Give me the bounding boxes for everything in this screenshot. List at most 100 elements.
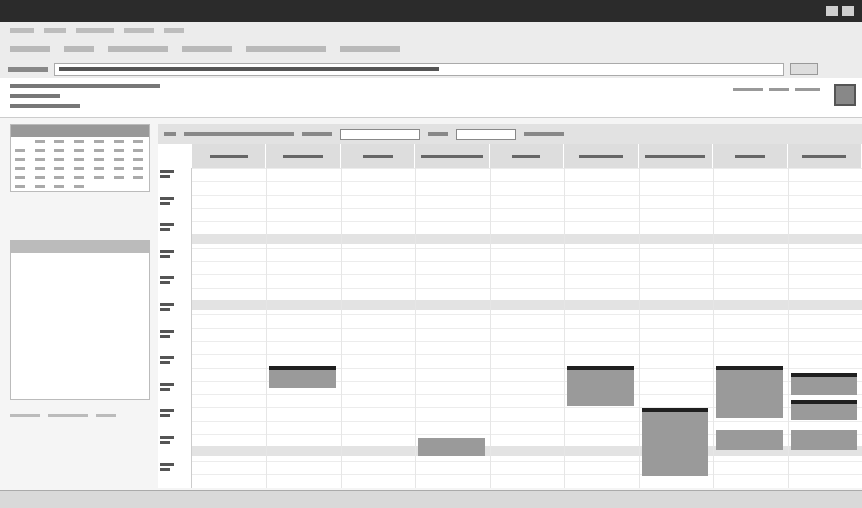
column-header [490, 144, 565, 168]
time-slot-row[interactable] [192, 181, 862, 183]
mini-calendar [10, 124, 150, 192]
app-logo [10, 84, 170, 114]
menu-item[interactable] [44, 27, 66, 33]
column-header [415, 144, 490, 168]
time-column [158, 168, 192, 488]
time-slot-row[interactable] [192, 473, 862, 475]
column-header [341, 144, 416, 168]
close-button[interactable] [842, 6, 854, 16]
column-header [788, 144, 862, 168]
time-slot-row[interactable] [192, 194, 862, 196]
browser-toolbar [0, 38, 862, 60]
column-divider [787, 168, 789, 488]
time-label [160, 303, 190, 313]
go-button[interactable] [790, 63, 818, 75]
home-button[interactable] [182, 46, 232, 52]
column-header [266, 144, 341, 168]
favorites-button[interactable] [340, 46, 400, 52]
column-header-label [421, 154, 484, 158]
time-slot-row[interactable] [192, 247, 862, 249]
reload-button[interactable] [108, 46, 168, 52]
sidebar-panel [10, 240, 150, 400]
time-label [160, 382, 190, 393]
address-label [8, 66, 48, 72]
column-header-label [802, 154, 847, 158]
search-button[interactable] [246, 46, 326, 52]
appointment-block[interactable] [716, 366, 783, 418]
view-select[interactable] [340, 128, 420, 140]
time-label [160, 170, 190, 180]
time-label [160, 462, 190, 473]
sidebar [10, 124, 150, 484]
appointment-block[interactable] [790, 430, 857, 450]
column-header-label [734, 154, 765, 158]
column-headers [192, 144, 862, 168]
calendar-main [158, 124, 862, 488]
prev-button[interactable] [164, 132, 176, 136]
appointment-block[interactable] [716, 430, 783, 450]
column-divider [415, 168, 417, 488]
menu-bar [0, 22, 862, 38]
header-links [733, 88, 820, 91]
column-header-label [645, 154, 706, 158]
menu-item[interactable] [124, 27, 154, 33]
calendar-grid[interactable] [192, 168, 862, 488]
column-header-label [512, 154, 541, 158]
forward-button[interactable] [64, 46, 94, 52]
nav-controls[interactable] [428, 132, 448, 136]
address-input[interactable] [54, 62, 784, 76]
column-divider [564, 168, 566, 488]
time-label [160, 436, 190, 446]
time-label [160, 409, 190, 419]
column-header [713, 144, 788, 168]
appointment-block[interactable] [790, 400, 857, 420]
time-slot-row[interactable] [192, 314, 862, 316]
back-button[interactable] [10, 46, 50, 52]
appointment-block[interactable] [790, 373, 857, 395]
time-slot-row[interactable] [192, 354, 862, 356]
menu-item[interactable] [76, 27, 114, 33]
mini-calendar-header [11, 125, 149, 137]
time-label [160, 356, 190, 366]
column-divider [489, 168, 491, 488]
minimize-button[interactable] [826, 6, 838, 16]
nav-controls[interactable] [524, 132, 564, 136]
resource-select[interactable] [456, 128, 516, 140]
break-band [192, 234, 862, 244]
appointment-block[interactable] [418, 438, 485, 456]
time-label [160, 223, 190, 233]
time-slot-row[interactable] [192, 420, 862, 422]
time-label [160, 196, 190, 207]
column-header [192, 144, 267, 168]
column-divider [713, 168, 715, 488]
time-slot-row[interactable] [192, 340, 862, 342]
time-slot-row[interactable] [192, 261, 862, 263]
mini-calendar-grid [11, 137, 149, 191]
menu-item[interactable] [164, 27, 184, 33]
date-range [184, 132, 294, 136]
user-icon[interactable] [834, 84, 856, 106]
column-header [564, 144, 639, 168]
address-value [59, 67, 439, 71]
appointment-block[interactable] [269, 366, 336, 388]
column-header-label [283, 154, 324, 158]
appointment-block[interactable] [567, 366, 634, 406]
time-slot-row[interactable] [192, 327, 862, 329]
window-controls [826, 6, 854, 16]
status-bar [0, 490, 862, 508]
time-slot-row[interactable] [192, 460, 862, 462]
time-slot-row[interactable] [192, 287, 862, 289]
column-header-label [362, 154, 393, 158]
appointment-block[interactable] [641, 408, 709, 476]
time-slot-row[interactable] [192, 168, 862, 169]
sidebar-footer [10, 414, 150, 424]
column-header-label [209, 154, 248, 158]
address-row [0, 60, 862, 78]
time-slot-row[interactable] [192, 221, 862, 223]
nav-controls[interactable] [302, 132, 332, 136]
break-band [192, 300, 862, 310]
time-slot-row[interactable] [192, 207, 862, 209]
app-header [0, 78, 862, 118]
time-slot-row[interactable] [192, 274, 862, 276]
menu-item[interactable] [10, 27, 34, 33]
